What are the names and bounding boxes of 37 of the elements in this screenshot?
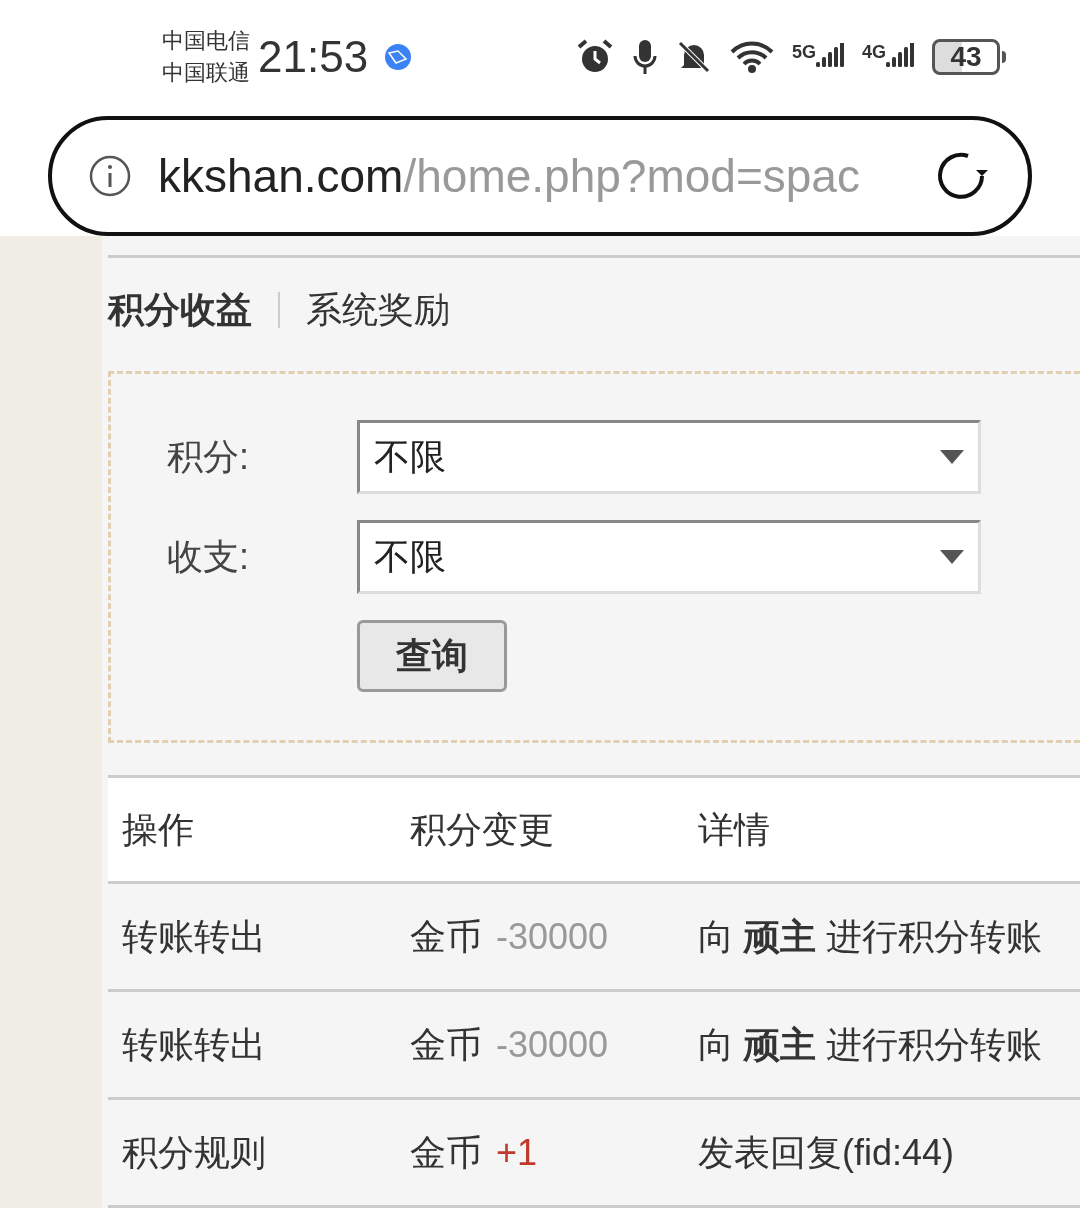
clock: 21:53 — [258, 31, 369, 83]
url-text: kkshan.com/home.php?mod=spac — [158, 148, 861, 204]
network-type: 4G — [862, 43, 886, 61]
table-cell-text: 向 顽主 进行积分转账 — [697, 914, 1043, 959]
amount-value: -30000 — [496, 914, 609, 959]
carrier-name: 中国联通 — [162, 59, 250, 87]
battery-indicator: 43 — [932, 39, 1000, 75]
address-bar[interactable]: kkshan.com/home.php?mod=spac — [48, 116, 1032, 236]
amount-value: -30000 — [496, 1022, 609, 1067]
globe-icon — [384, 43, 413, 71]
column-header: 详情 — [697, 807, 771, 852]
filter-label: 积分: — [167, 435, 250, 479]
column-header: 积分变更 — [409, 807, 555, 852]
amount-value: +1 — [496, 1130, 538, 1175]
column-header: 操作 — [121, 807, 195, 852]
wifi-icon — [729, 40, 774, 74]
filter-label: 收支: — [167, 535, 250, 579]
tab[interactable]: 系统奖励 — [306, 283, 450, 337]
table-cell-text: 积分规则 — [121, 1130, 267, 1175]
tab[interactable]: 积分收益 — [108, 283, 252, 337]
select-field[interactable]: 不限 — [357, 420, 981, 494]
dropdown-caret-icon — [940, 450, 964, 464]
table-cell-text: 发表回复(fid:44) — [697, 1130, 955, 1175]
select-field[interactable]: 不限 — [357, 520, 981, 594]
microphone-icon — [631, 38, 658, 76]
table-cell-text: 向 顽主 进行积分转账 — [697, 1022, 1043, 1067]
table-cell-text: 金币 — [410, 1022, 482, 1067]
table-cell-text: 金币 — [410, 914, 482, 959]
battery-cap-icon — [1002, 51, 1006, 63]
info-icon — [88, 154, 132, 198]
table-cell-text: 转账转出 — [121, 1022, 267, 1067]
query-button[interactable]: 查询 — [357, 620, 507, 692]
dropdown-caret-icon — [940, 550, 964, 564]
table-cell-text: 转账转出 — [121, 914, 267, 959]
network-type: 5G — [791, 43, 816, 61]
carrier-name: 中国电信 — [162, 27, 250, 55]
table-cell-text: 金币 — [410, 1130, 482, 1175]
